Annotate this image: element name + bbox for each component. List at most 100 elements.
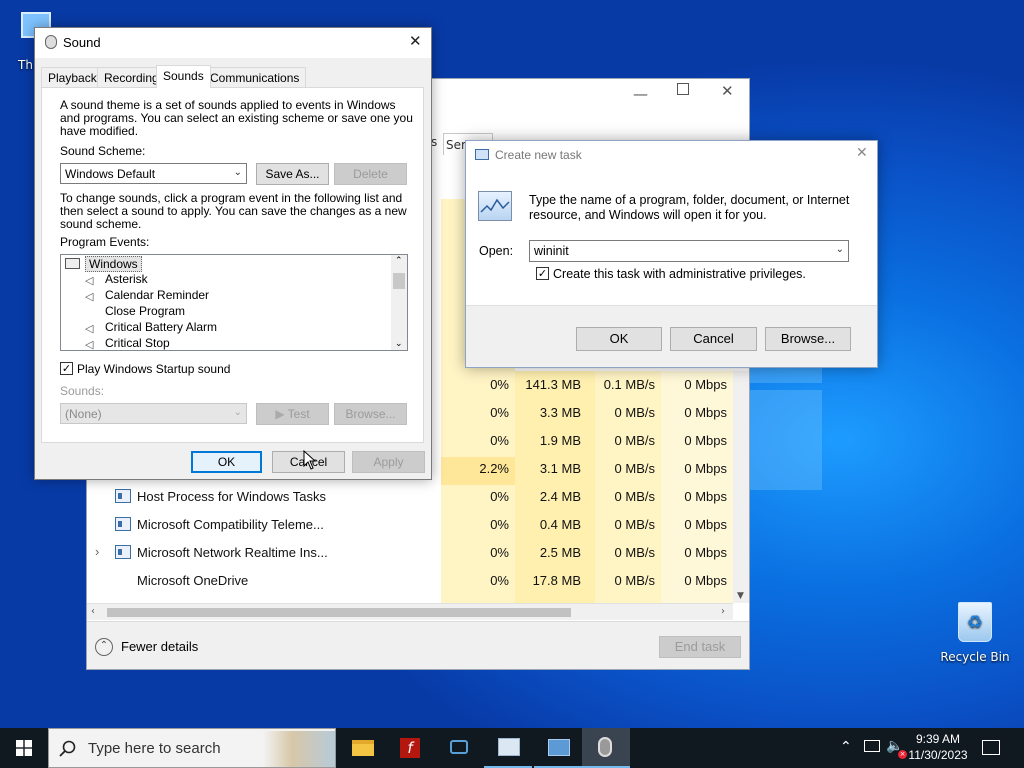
taskbar-flash-player[interactable]: f [386,728,434,768]
search-placeholder: Type here to search [88,740,221,757]
startup-sound-label: Play Windows Startup sound [77,362,231,376]
program-events-list[interactable]: Windows ◁ Asterisk ◁ Calendar Reminder C… [60,254,408,351]
end-task-button[interactable]: End task [659,636,741,658]
change-sounds-text: To change sounds, click a program event … [60,191,407,231]
network-icon [450,740,468,754]
close-icon[interactable]: ✕ [721,82,734,100]
close-icon[interactable]: ✕ [409,32,422,50]
dialog-title: Create new task [495,148,582,162]
tab-playback[interactable]: Playback [41,67,104,87]
sound-dialog: Sound ✕ Playback Recording Sounds Commun… [34,27,432,480]
chevron-right-icon[interactable]: › [95,544,99,559]
scrollbar-thumb[interactable] [393,273,405,289]
program-events-label: Program Events: [60,235,150,249]
sounds-label: Sounds: [60,384,105,398]
browse-button[interactable]: Browse... [334,403,407,425]
apply-button[interactable]: Apply [352,451,425,473]
desktop-icon-label: Th [18,58,33,72]
taskbar-file-explorer[interactable] [338,728,386,768]
maximize-icon[interactable] [677,83,689,95]
taskbar-network-app[interactable] [434,728,482,768]
tab-communications[interactable]: Communications [203,67,307,87]
scrollbar-thumb[interactable] [107,608,571,617]
browse-button[interactable]: Browse... [765,327,851,351]
wallpaper-beam [750,390,822,490]
process-icon [115,517,131,531]
admin-privileges-checkbox[interactable]: ✓ [536,267,549,280]
flash-icon: f [400,738,420,758]
play-icon: ▶ [275,407,285,421]
scroll-down-icon[interactable]: ▼ [737,591,744,601]
create-task-footer: OK Cancel Browse... [466,305,877,367]
cancel-button[interactable]: Cancel [670,327,757,351]
table-row[interactable]: › Microsoft Network Realtime Ins... 0% 2… [87,539,749,567]
taskbar-sound-control[interactable] [582,728,630,768]
task-manager-footer: ⌃ Fewer details End task [87,621,749,669]
close-icon[interactable]: ✕ [856,145,868,161]
search-highlight-illustration [263,731,335,767]
task-manager-icon [498,738,520,756]
create-task-description: Type the name of a program, folder, docu… [529,193,850,222]
admin-privileges-label: Create this task with administrative pri… [553,267,806,281]
run-program-icon [478,191,512,221]
chevron-up-icon[interactable]: ⌃ [95,638,113,656]
speaker-icon [598,737,612,757]
vertical-scrollbar[interactable]: ▼ [733,371,749,603]
test-button[interactable]: ▶ Test [256,403,329,425]
intro-text: A sound theme is a set of sounds applied… [60,98,413,138]
process-icon [115,545,131,559]
scroll-right-icon[interactable]: › [721,606,725,617]
taskbar-task-manager[interactable] [484,728,532,768]
folder-icon [352,740,374,756]
speaker-icon [45,35,57,49]
horizontal-scrollbar[interactable]: ‹ › [87,603,733,620]
chevron-up-icon[interactable]: ⌃ [840,739,852,755]
run-icon [548,739,570,756]
tab-sounds[interactable]: Sounds [156,65,211,88]
search-box[interactable]: Type here to search [48,728,336,768]
start-button[interactable] [0,728,48,768]
sound-scheme-select[interactable]: Windows Default ⌄ [60,163,247,184]
events-scrollbar[interactable]: ⌃ ⌄ [391,255,407,350]
sounds-panel: A sound theme is a set of sounds applied… [41,87,424,443]
run-icon [475,149,489,160]
search-icon [59,740,76,757]
save-as-button[interactable]: Save As... [256,163,329,185]
table-row[interactable]: Host Process for Windows Tasks 0% 2.4 MB… [87,483,749,511]
sounds-select[interactable]: (None) ⌄ [60,403,247,424]
notifications-icon[interactable] [982,740,1000,755]
network-icon[interactable] [864,740,880,752]
open-input[interactable]: wininit ⌄ [529,240,849,262]
desktop-icon-label: Recycle Bin [940,650,1010,664]
tab-partial[interactable]: s [431,135,441,155]
table-row[interactable]: Microsoft Compatibility Teleme... 0% 0.4… [87,511,749,539]
fewer-details-link[interactable]: Fewer details [121,639,198,654]
mouse-cursor-icon [303,450,317,470]
window-icon [65,258,80,269]
speaker-icon: ◁ [85,291,94,303]
sound-scheme-label: Sound Scheme: [60,144,146,158]
sound-title-bar: Sound ✕ [35,28,431,58]
create-task-dialog: Create new task ✕ Type the name of a pro… [465,140,878,368]
speaker-icon: ◁ [85,275,94,287]
taskbar-run-dialog[interactable] [534,728,582,768]
table-row[interactable]: Microsoft OneDrive 0% 17.8 MB 0 MB/s 0 M… [87,567,749,595]
scroll-left-icon[interactable]: ‹ [91,606,95,617]
startup-sound-checkbox[interactable]: ✓ [60,362,73,375]
chevron-down-icon[interactable]: ⌄ [836,244,844,255]
delete-button[interactable]: Delete [334,163,407,185]
speaker-icon: ◁ [85,339,94,351]
chevron-up-icon[interactable]: ⌃ [395,256,403,266]
minimize-icon[interactable]: — [633,85,648,103]
process-icon [115,489,131,503]
taskbar: Type here to search f ⌃ 🔈 × 9:39 AM 11/3… [0,728,1024,768]
clock[interactable]: 9:39 AM 11/30/2023 [906,731,970,765]
chevron-down-icon[interactable]: ⌄ [395,339,403,349]
desktop-icon-recycle-bin[interactable]: ♻ Recycle Bin [940,602,1010,672]
recycle-bin-icon: ♻ [958,602,992,642]
ok-button[interactable]: OK [576,327,662,351]
speaker-icon: ◁ [85,323,94,335]
ok-button[interactable]: OK [191,451,262,473]
windows-logo-icon [16,740,32,756]
open-label: Open: [479,244,514,258]
